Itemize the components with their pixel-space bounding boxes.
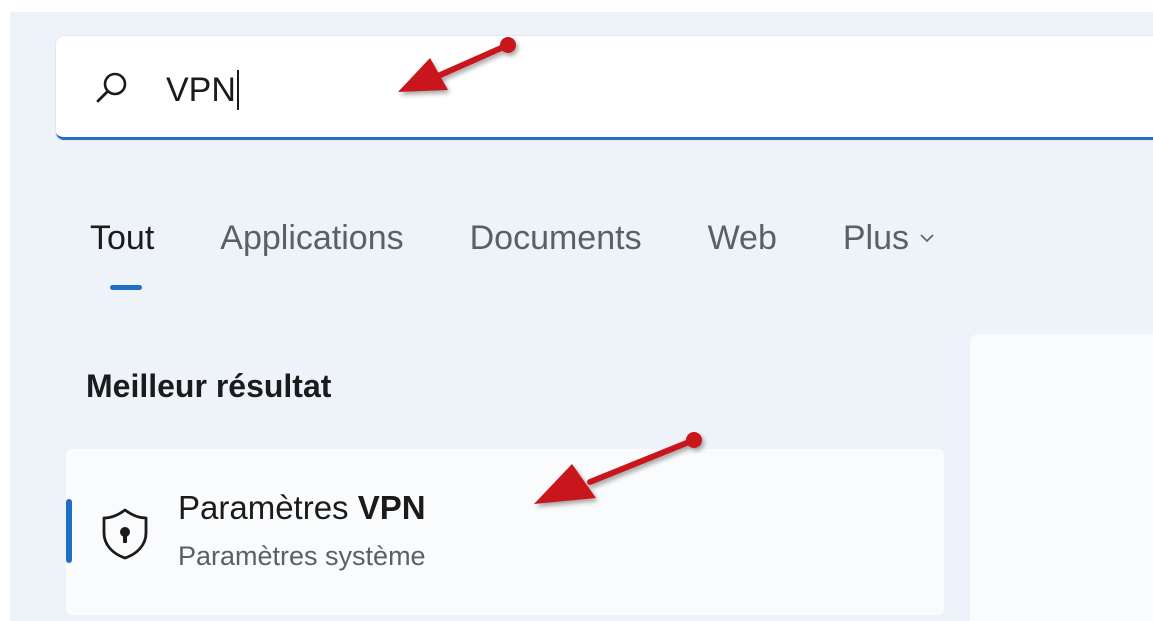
tab-web-label: Web	[707, 218, 777, 257]
tab-documents-label: Documents	[469, 218, 642, 257]
annotation-arrow-search	[398, 37, 516, 92]
tab-plus[interactable]: Plus	[843, 219, 935, 258]
text-caret	[236, 70, 239, 110]
search-input[interactable]: VPN	[56, 36, 1153, 140]
tab-documents[interactable]: Documents	[470, 219, 642, 258]
annotation-arrow-result	[534, 432, 702, 504]
preview-pane	[970, 334, 1153, 621]
result-subtitle: Paramètres système	[178, 541, 426, 571]
chevron-down-icon	[920, 234, 934, 243]
result-title: Paramètres VPN	[178, 489, 426, 527]
selection-indicator	[66, 499, 72, 563]
search-icon	[96, 72, 127, 103]
tab-applications-label: Applications	[220, 218, 404, 257]
tab-applications[interactable]: Applications	[220, 219, 403, 258]
tab-tout[interactable]: Tout	[90, 218, 155, 290]
best-match-heading: Meilleur résultat	[86, 368, 332, 404]
best-match-result[interactable]: Paramètres VPN Paramètres système	[66, 449, 944, 615]
filter-tabs: Tout Applications Documents Web Plus	[90, 216, 1001, 290]
search-query-text: VPN	[166, 71, 236, 109]
shield-lock-icon	[102, 508, 148, 560]
tab-web[interactable]: Web	[708, 219, 777, 258]
tab-plus-label: Plus	[842, 218, 910, 257]
search-query[interactable]: VPN	[166, 70, 239, 110]
result-title-prefix: Paramètres	[178, 489, 358, 526]
tab-tout-label: Tout	[90, 218, 155, 257]
active-tab-indicator	[110, 284, 142, 290]
result-title-highlight: VPN	[357, 489, 426, 526]
